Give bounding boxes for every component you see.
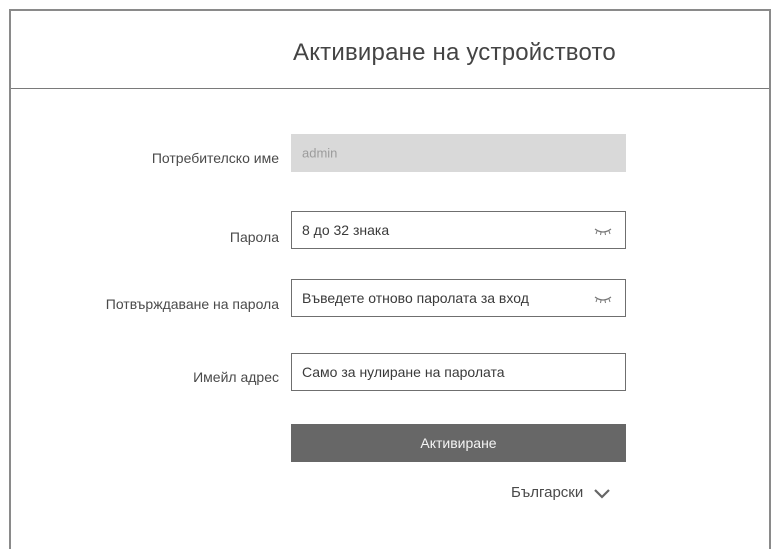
username-field: admin [291, 134, 626, 172]
language-label: Български [511, 484, 584, 501]
password-field[interactable]: 8 до 32 знака [291, 211, 626, 249]
eye-closed-icon[interactable] [593, 224, 613, 236]
confirm-password-label: Потвърждаване на парола [105, 296, 279, 312]
chevron-down-icon [594, 488, 611, 499]
password-label: Парола [229, 229, 279, 245]
eye-closed-icon[interactable] [593, 292, 613, 304]
confirm-password-field[interactable]: Въведете отново паролата за вход [291, 279, 626, 317]
confirm-password-placeholder: Въведете отново паролата за вход [302, 290, 529, 306]
page-title: Активиране на устройството [293, 39, 616, 66]
language-selector[interactable]: Български [511, 484, 611, 501]
email-label: Имейл адрес [193, 369, 279, 385]
email-field[interactable]: Само за нулиране на паролата [291, 353, 626, 391]
password-placeholder: 8 до 32 знака [302, 222, 390, 238]
username-value: admin [302, 145, 338, 161]
activate-button[interactable]: Активиране [291, 424, 626, 462]
activation-panel: Активиране на устройството Потребителско… [9, 9, 771, 549]
username-label: Потребителско име [151, 150, 279, 166]
email-placeholder: Само за нулиране на паролата [302, 364, 505, 380]
panel-header: Активиране на устройството [11, 11, 769, 89]
